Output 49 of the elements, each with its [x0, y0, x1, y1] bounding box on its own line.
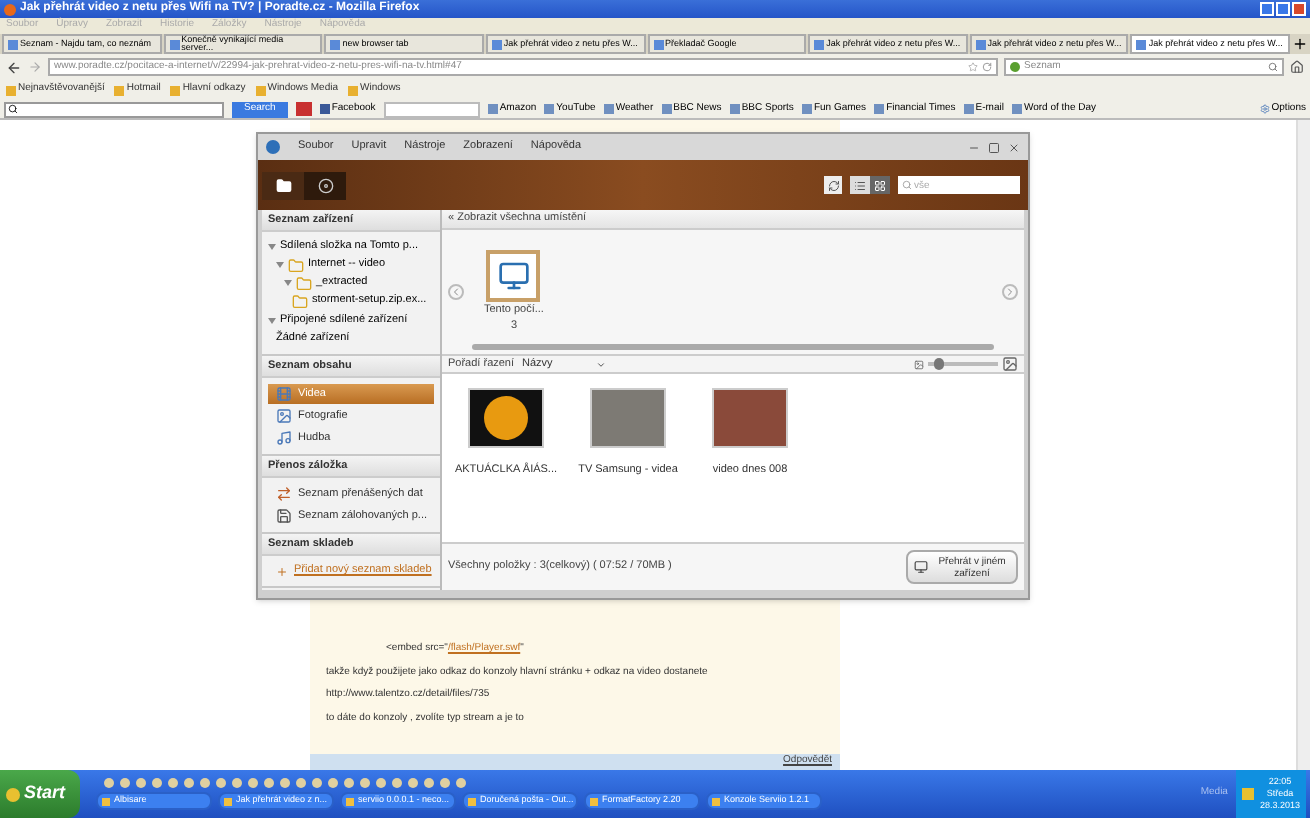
toolbar-icon[interactable]: [295, 102, 312, 116]
music-note-icon: [276, 430, 292, 446]
toolbar-search-field[interactable]: [4, 101, 224, 117]
refresh-button[interactable]: [824, 176, 842, 194]
folder-button[interactable]: [262, 171, 304, 199]
home-button[interactable]: [1290, 60, 1304, 74]
expanded-triangle-icon[interactable]: [268, 244, 276, 250]
device-tile[interactable]: [486, 249, 541, 302]
new-tab-button[interactable]: [1292, 36, 1308, 52]
restore-button[interactable]: [1276, 2, 1290, 16]
close-icon[interactable]: [1008, 141, 1020, 153]
search-icon: [1268, 62, 1278, 72]
plus-icon: [276, 565, 288, 577]
disc-icon: [317, 177, 333, 193]
large-image-icon: [1002, 356, 1018, 372]
minimize-button[interactable]: [1260, 2, 1274, 16]
sun-drawing: [484, 396, 528, 440]
caret-icon: [596, 359, 607, 369]
disc-button[interactable]: [304, 171, 346, 199]
toolbar-text-field[interactable]: [383, 101, 480, 117]
close-button[interactable]: [1292, 2, 1306, 16]
grid-view-button[interactable]: [870, 176, 890, 194]
list-view-button[interactable]: [850, 176, 870, 194]
film-icon: [276, 386, 292, 402]
expanded-triangle-icon[interactable]: [284, 280, 292, 286]
scroll-right-button[interactable]: [1002, 284, 1018, 300]
computer-icon: [497, 259, 530, 292]
expanded-triangle-icon[interactable]: [276, 262, 284, 268]
forward-button[interactable]: [28, 60, 42, 74]
browser-logo-icon: [4, 3, 16, 15]
monitor-icon: [914, 560, 928, 574]
image-icon: [276, 408, 292, 424]
video-thumbnail[interactable]: [590, 388, 666, 448]
folder-icon: [275, 177, 291, 193]
back-button[interactable]: [6, 59, 22, 75]
video-thumbnail[interactable]: [468, 388, 544, 448]
gear-icon: [1259, 104, 1270, 114]
search-icon: [902, 180, 912, 190]
start-button[interactable]: Start: [0, 770, 80, 818]
scroll-left-button[interactable]: [448, 284, 464, 300]
expanded-triangle-icon[interactable]: [268, 318, 276, 324]
maximize-icon[interactable]: [988, 141, 1000, 153]
tray-icon: [1241, 788, 1254, 800]
transfer-icon: [276, 486, 292, 502]
search-icon: [8, 104, 18, 114]
minimize-icon[interactable]: [968, 141, 980, 153]
video-thumbnail[interactable]: [712, 388, 788, 448]
app-logo-icon: [266, 140, 280, 154]
small-image-icon: [914, 359, 924, 369]
